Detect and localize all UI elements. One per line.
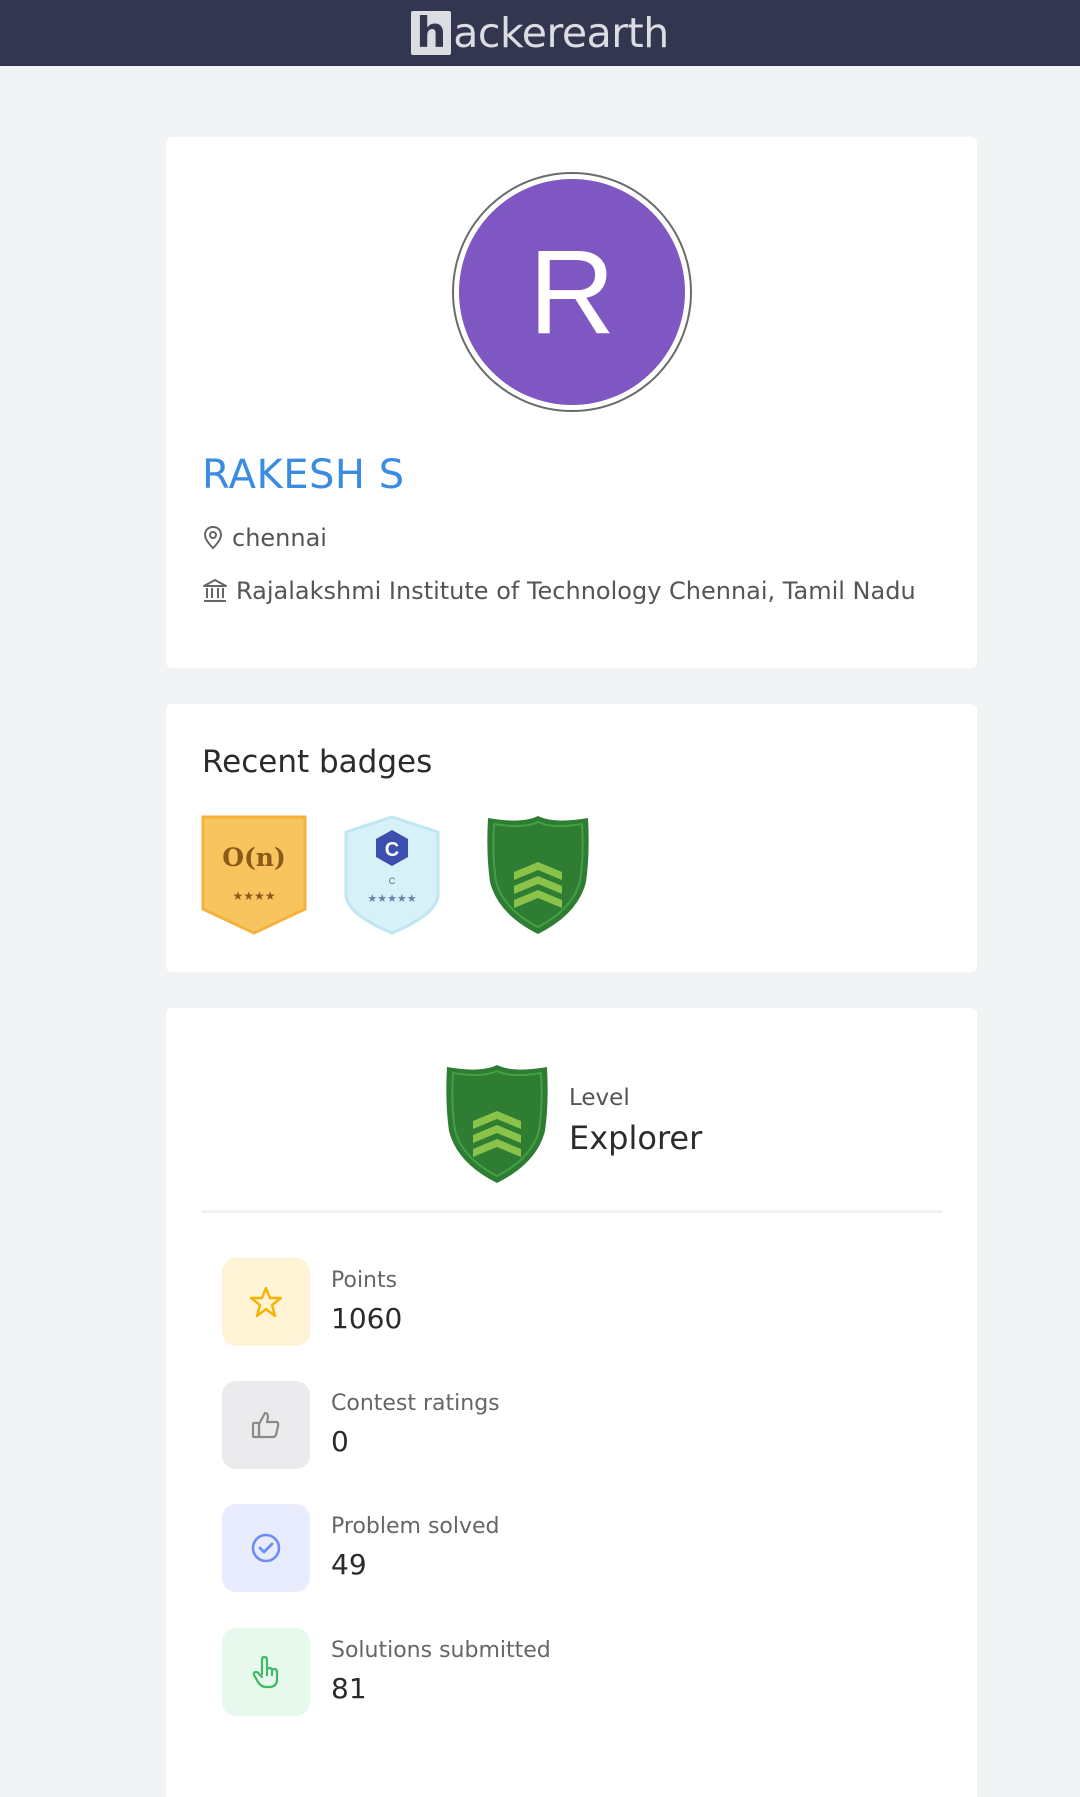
stat-contest-ratings: Contest ratings 0 [222, 1381, 822, 1471]
profile-card: R RAKESH S chennai Rajalakshmi Institute… [166, 137, 977, 668]
level-section: Level Explorer [441, 1063, 741, 1193]
pointer-hand-icon [222, 1628, 310, 1716]
stat-solved-label: Problem solved [331, 1514, 500, 1539]
top-bar: h ackerearth [0, 0, 1080, 66]
institution-text: Rajalakshmi Institute of Technology Chen… [236, 577, 916, 605]
level-name: Explorer [569, 1119, 703, 1157]
level-label: Level [569, 1085, 630, 1111]
stat-points-value: 1060 [331, 1302, 403, 1335]
avatar: R [459, 179, 685, 405]
explorer-level-shield-icon [446, 1065, 548, 1183]
recent-badges-title: Recent badges [202, 744, 433, 780]
check-circle-icon [222, 1504, 310, 1592]
stat-points: Points 1060 [222, 1258, 822, 1348]
institution-row: Rajalakshmi Institute of Technology Chen… [202, 577, 916, 605]
thumbs-up-icon [222, 1381, 310, 1469]
avatar-ring: R [452, 172, 692, 412]
location-text: chennai [232, 524, 327, 552]
hackerearth-logo[interactable]: h ackerearth [411, 9, 669, 57]
institution-icon [203, 579, 227, 602]
complexity-badge-icon[interactable]: O(n) ★★★★ [200, 814, 308, 940]
stat-contest-value: 0 [331, 1425, 349, 1458]
badge-c-sub: C [389, 876, 396, 886]
logo-letter: h [411, 11, 452, 55]
stat-points-label: Points [331, 1268, 398, 1293]
badge-complexity-stars: ★★★★ [232, 889, 275, 903]
location-row: chennai [202, 524, 327, 552]
level-stats-card: Level Explorer Points 1060 Contest ratin… [166, 1008, 977, 1797]
star-icon [222, 1258, 310, 1346]
stat-problems-solved: Problem solved 49 [222, 1504, 822, 1594]
badge-c-stars: ★★★★★ [367, 892, 416, 905]
badge-c-letter: C [385, 839, 399, 861]
logo-text: ackerearth [453, 9, 669, 57]
stat-submitted-label: Solutions submitted [331, 1638, 551, 1663]
explorer-shield-icon[interactable] [482, 814, 594, 940]
stat-solutions-submitted: Solutions submitted 81 [222, 1628, 822, 1718]
c-language-badge-icon[interactable]: C C ★★★★★ [341, 814, 443, 940]
divider [202, 1210, 942, 1213]
location-pin-icon [203, 525, 223, 550]
stat-contest-label: Contest ratings [331, 1391, 500, 1416]
stat-solved-value: 49 [331, 1548, 367, 1581]
recent-badges-card: Recent badges O(n) ★★★★ C C ★★★★★ [166, 704, 977, 972]
badge-complexity-text: O(n) [222, 843, 286, 872]
profile-name: RAKESH S [202, 452, 405, 498]
stat-submitted-value: 81 [331, 1672, 367, 1705]
